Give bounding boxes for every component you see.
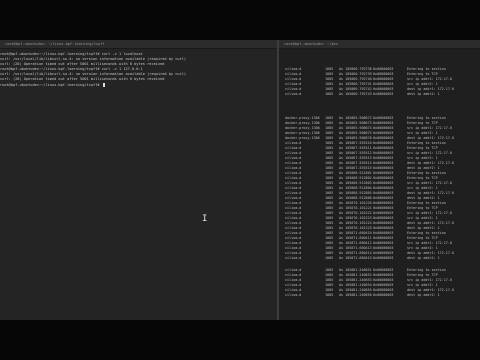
trace-message: dest ip addr2: 1 [407,293,440,297]
terminal-prompt: root@bpf-ubuntudev:~/linux-bpf-learning/… [0,82,102,87]
text-cursor [102,82,105,87]
trace-timestamp: As 105071.660415 [339,256,372,260]
terminal-left-output[interactable]: root@bpf-ubuntudev:~/linux-bpf-learning/… [0,49,277,87]
trace-comm: cilium-d [285,293,302,297]
terminal-left-title: root@bpf-ubuntudev: ~/linux-bpf-learning… [0,40,277,49]
trace-row: cilium-d 1085 As 105081.240656 0x00000003 de… [285,293,478,298]
trace-flags: 0x00000003 [373,92,394,96]
trace-pid: 1085 [325,256,334,260]
trace-group-2: docker-proxy-1306 1085 As 105065.908672 0x0… [285,116,478,261]
mouse-i-beam-icon: I [202,214,208,224]
terminal-right-title: root@bpf-ubuntudev: ~/bcc [279,40,480,49]
trace-row: cilium-d 1085 As 105071.660415 0x00000003 de… [285,256,478,261]
trace-flags: 0x00000003 [373,293,394,297]
trace-comm: cilium-d [285,256,302,260]
trace-pid: 1085 [325,92,334,96]
trace-timestamp: As 105060.792743 [339,92,372,96]
trace-comm: cilium-d [285,92,302,96]
trace-message: dest ip addr2: 1 [407,92,440,96]
terminal-prompt-line[interactable]: root@bpf-ubuntudev:~/linux-bpf-learning/… [0,82,277,87]
terminal-pane-right[interactable]: root@bpf-ubuntudev: ~/bcc cilium-d 1085 As… [279,40,480,320]
trace-flags: 0x00000003 [373,256,394,260]
trace-timestamp: As 105081.240656 [339,293,372,297]
terminal-pane-left[interactable]: root@bpf-ubuntudev: ~/linux-bpf-learning… [0,40,277,320]
trace-row: cilium-d 1085 As 105060.792743 0x00000003 de… [285,92,478,97]
desktop-screen: root@bpf-ubuntudev: ~/linux-bpf-learning… [0,40,480,320]
trace-group-3: cilium-d 1085 As 105081.240651 0x00000003 En… [285,268,478,298]
trace-message: dest ip addr2: 1 [407,256,440,260]
trace-pid: 1085 [325,293,334,297]
trace-group-1: cilium-d 1085 As 105060.792738 0x00000003 En… [285,67,478,97]
